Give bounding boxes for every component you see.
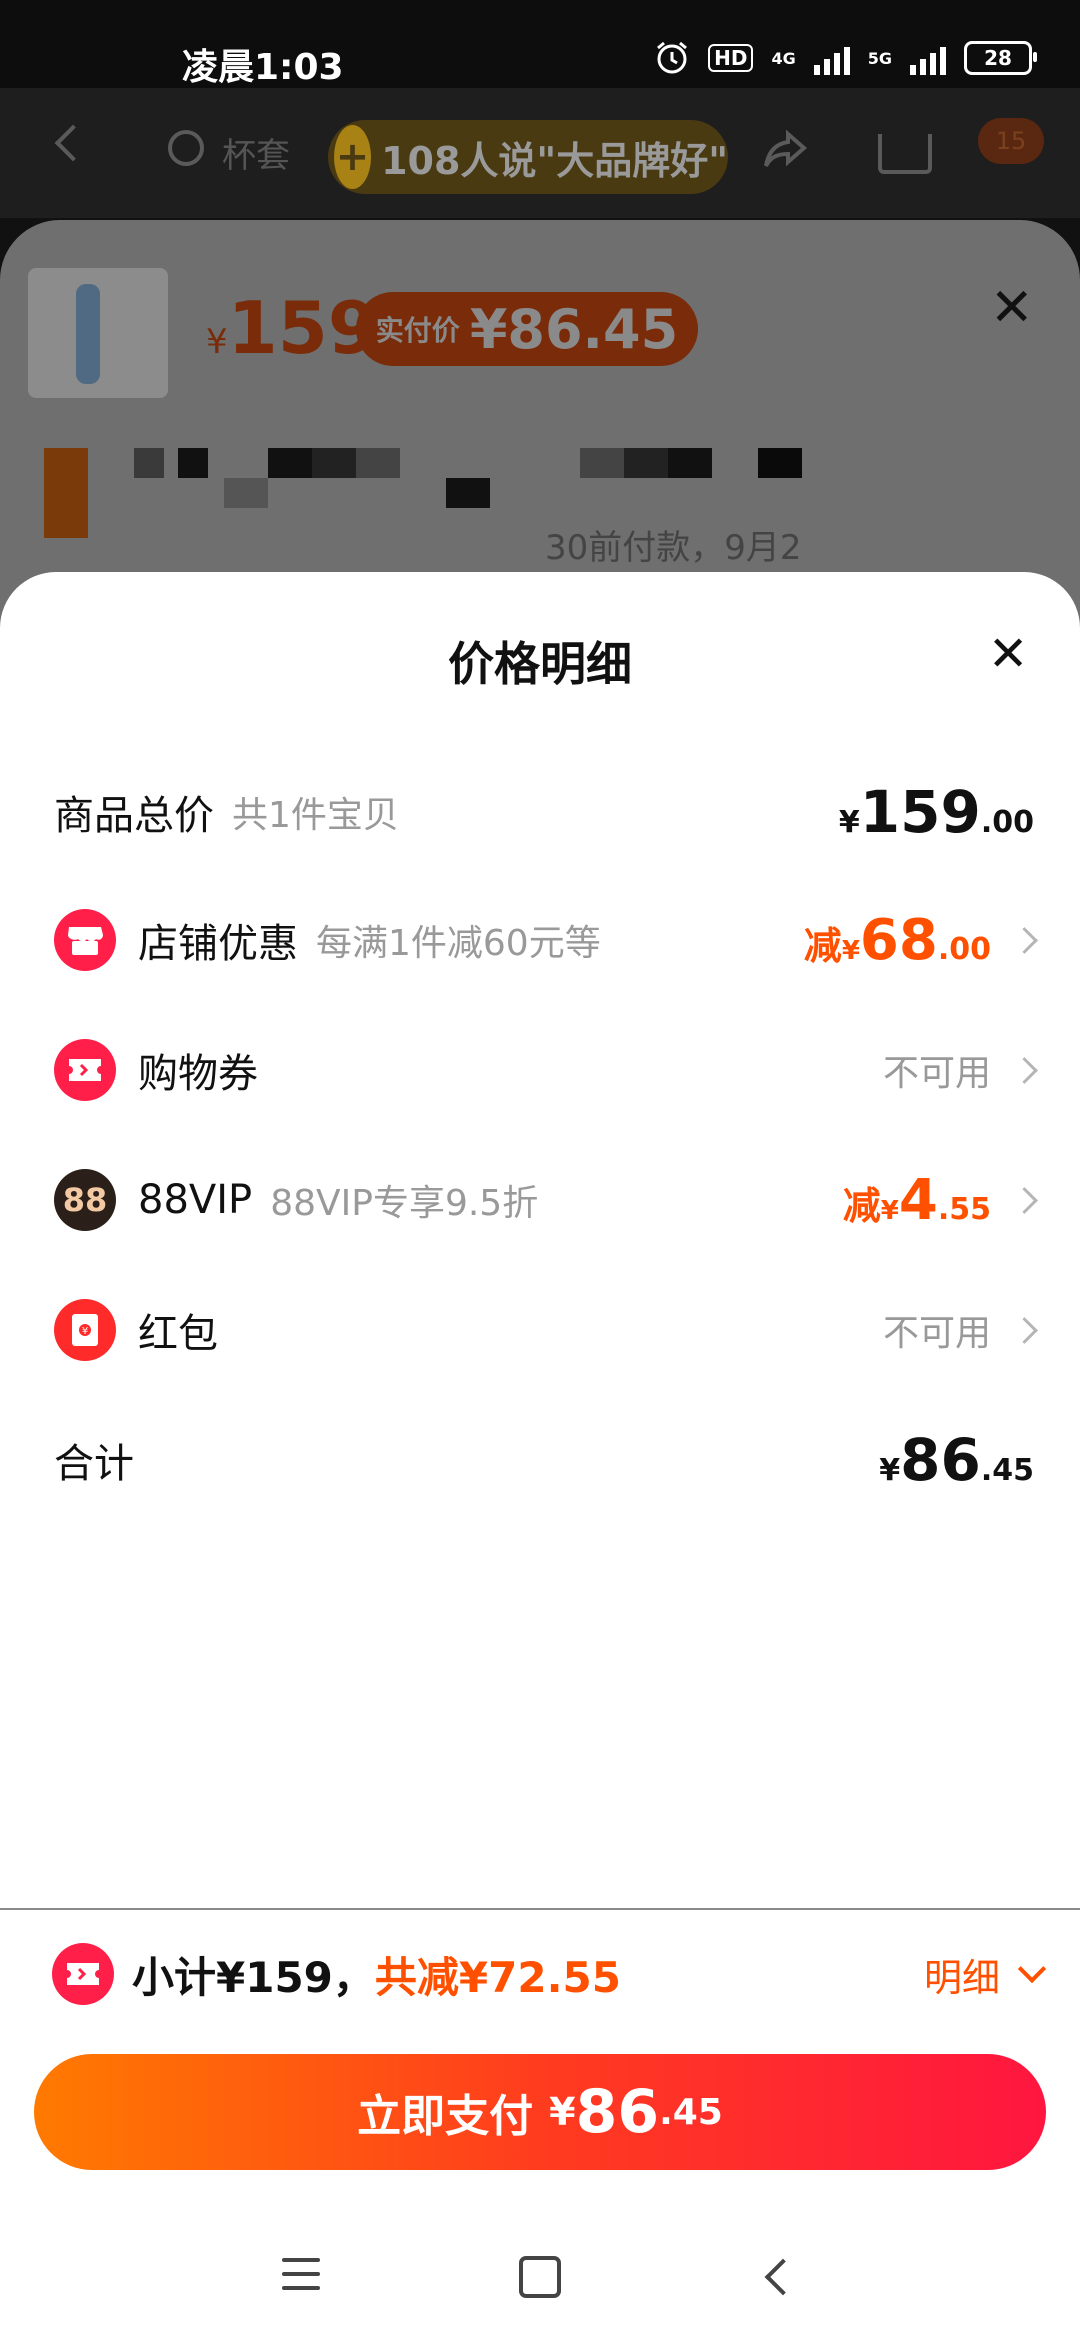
shop-discount-value: 减 ¥68.00 xyxy=(804,908,991,973)
chevron-right-icon xyxy=(1011,926,1038,954)
currency-symbol: ¥ xyxy=(841,935,860,966)
pay-now-button[interactable]: 立即支付 ¥86.45 xyxy=(34,2054,1046,2170)
sum-value: ¥86.45 xyxy=(879,1426,1034,1494)
total-price-sub: 共1件宝贝 xyxy=(232,795,399,836)
sheet-title: 价格明细 xyxy=(448,637,632,691)
price-dec: .55 xyxy=(937,1191,991,1227)
coupon-icon xyxy=(54,1039,116,1101)
share-icon[interactable] xyxy=(762,130,808,170)
brand-review-text: 108人说"大品牌好" xyxy=(381,138,728,183)
battery-icon: 28 xyxy=(964,41,1037,75)
chevron-right-icon xyxy=(1011,1056,1038,1084)
cart-count-badge: 15 xyxy=(978,118,1044,164)
minus-prefix: 减 xyxy=(803,923,842,968)
product-top-bar: 杯套 + 108人说"大品牌好" 15 xyxy=(0,88,1080,218)
pay-currency: ¥ xyxy=(549,2090,576,2134)
price-dec: .00 xyxy=(980,805,1034,840)
status-icons: HD 4G 5G 28 xyxy=(654,40,1037,76)
shop-icon xyxy=(54,909,116,971)
shopping-bag-icon: + xyxy=(334,125,372,189)
detail-toggle[interactable]: 明细 xyxy=(923,1947,1047,2002)
vip-discount-value: 减 ¥4.55 xyxy=(843,1168,991,1233)
pay-now-label: 立即支付 xyxy=(357,2091,534,2142)
brand-review-badge[interactable]: + 108人说"大品牌好" xyxy=(328,120,728,194)
actual-pay-pill: 实付价 ¥86.45 xyxy=(356,292,698,366)
status-time: 凌晨1:03 xyxy=(182,47,344,88)
cart-icon[interactable] xyxy=(878,134,932,174)
price-int: 4 xyxy=(898,1167,938,1233)
alarm-icon xyxy=(657,41,688,74)
row-total-price: 商品总价 共1件宝贝 ¥159.00 xyxy=(54,772,1034,852)
close-icon[interactable]: ✕ xyxy=(988,630,1028,678)
detail-toggle-label: 明细 xyxy=(923,1955,1000,2000)
chevron-right-icon xyxy=(1011,1186,1038,1214)
price-dec: .00 xyxy=(937,931,991,967)
home-icon[interactable] xyxy=(519,2256,561,2298)
price-int: 159 xyxy=(859,778,981,846)
minus-prefix: 减 xyxy=(842,1183,881,1228)
row-sum: 合计 ¥86.45 xyxy=(54,1420,1034,1500)
row-88vip[interactable]: 88 88VIP 88VIP专享9.5折 减 ¥4.55 xyxy=(54,1160,1038,1240)
network-5g-label: 5G xyxy=(867,48,892,68)
total-price-label: 商品总价 xyxy=(54,793,214,839)
signal-icon xyxy=(813,41,850,75)
coupon-label: 购物券 xyxy=(138,1051,258,1097)
currency-symbol: ¥ xyxy=(838,805,860,840)
total-price-value: ¥159.00 xyxy=(839,778,1034,846)
actual-pay-label: 实付价 xyxy=(375,314,460,347)
hd-icon: HD xyxy=(708,44,754,72)
delivery-snippet: 30前付款，9月2 xyxy=(545,528,802,568)
vip-88-icon: 88 xyxy=(54,1169,116,1231)
red-packet-label: 红包 xyxy=(138,1311,218,1357)
coupon-value: 不可用 xyxy=(882,1053,991,1094)
row-shopping-coupon[interactable]: 购物券 不可用 xyxy=(54,1030,1038,1110)
actual-pay-amount: ¥86.45 xyxy=(469,297,679,361)
pay-int: 86 xyxy=(575,2077,660,2147)
search-text[interactable]: 杯套 xyxy=(222,128,290,177)
red-packet-value: 不可用 xyxy=(882,1313,991,1354)
shop-discount-sub: 每满1件减60元等 xyxy=(316,923,601,964)
menu-icon[interactable] xyxy=(282,2258,320,2300)
network-4g-label: 4G xyxy=(771,48,796,68)
row-red-packet[interactable]: ¥ 红包 不可用 xyxy=(54,1290,1038,1370)
price-int: 86 xyxy=(900,1426,981,1494)
chevron-right-icon xyxy=(1011,1316,1038,1344)
back-icon[interactable] xyxy=(54,124,92,162)
close-icon[interactable]: ✕ xyxy=(990,282,1034,334)
status-bar: 凌晨1:03 HD 4G 5G 28 xyxy=(0,0,1080,88)
svg-text:¥: ¥ xyxy=(82,1326,88,1337)
chevron-down-icon xyxy=(1017,1954,1047,1984)
row-shop-discount[interactable]: 店铺优惠 每满1件减60元等 减 ¥68.00 xyxy=(54,900,1038,980)
screen: 凌晨1:03 HD 4G 5G 28 杯套 + 108人说"大品牌好" 15 ¥… xyxy=(0,0,1080,2340)
red-packet-icon: ¥ xyxy=(54,1299,116,1361)
pay-dec: .45 xyxy=(659,2091,723,2133)
price-dec: .45 xyxy=(980,1453,1034,1488)
sum-label: 合计 xyxy=(54,1441,134,1487)
search-icon[interactable] xyxy=(168,130,204,166)
price-currency: ¥ xyxy=(206,322,228,362)
currency-symbol: ¥ xyxy=(879,1453,901,1488)
product-price: ¥159 xyxy=(206,286,378,370)
signal-icon-2 xyxy=(910,41,946,75)
vip-label: 88VIP xyxy=(138,1177,253,1223)
vip-sub: 88VIP专享9.5折 xyxy=(270,1183,539,1224)
product-thumbnail xyxy=(28,268,168,398)
price-int: 68 xyxy=(859,907,938,973)
currency-symbol: ¥ xyxy=(880,1195,899,1226)
bottle-image xyxy=(76,284,100,384)
shop-discount-label: 店铺优惠 xyxy=(138,921,298,967)
